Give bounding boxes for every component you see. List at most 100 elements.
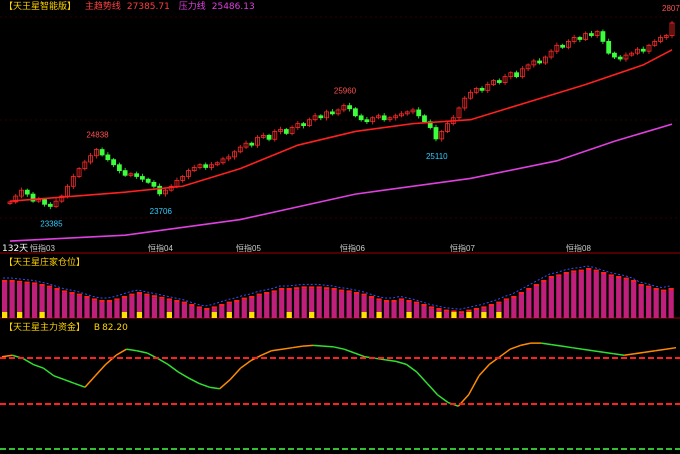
fund-flow-segment	[572, 346, 583, 350]
fund-flow-segment	[467, 375, 480, 396]
fund-flow-segment	[313, 344, 324, 347]
position-bar-cap	[548, 276, 554, 278]
position-bar	[398, 300, 405, 318]
position-bar	[24, 283, 30, 318]
position-bar-cap	[286, 288, 292, 290]
candle-body	[514, 72, 519, 78]
position-bar-cap	[91, 298, 98, 301]
position-bar-cap	[331, 288, 337, 290]
position-bar	[174, 302, 180, 318]
position-bar-cap	[406, 300, 412, 302]
main-line-value: 27385.71	[126, 2, 170, 12]
x-axis-label: 恒指03	[30, 243, 55, 253]
candle-body	[358, 115, 364, 121]
position-bar-cap	[496, 301, 502, 304]
position-bar	[661, 291, 667, 318]
candle-body	[134, 173, 140, 177]
position-bar	[339, 291, 345, 318]
position-bar-cap	[189, 304, 195, 306]
position-bar	[421, 306, 427, 318]
fund-flow-segment	[188, 377, 200, 385]
candle-body	[640, 48, 646, 52]
position-bar	[571, 272, 577, 318]
position-bar	[503, 300, 509, 318]
position-bar	[189, 306, 195, 318]
panel3-label: B	[93, 323, 101, 333]
fund-flow-segment	[1, 354, 13, 358]
position-bar-cap	[608, 274, 614, 277]
position-bar	[616, 278, 622, 318]
fund-flow-segment	[22, 357, 34, 366]
highlight-bar	[226, 312, 232, 318]
position-bar-cap	[54, 288, 60, 290]
position-bar-cap	[623, 277, 629, 280]
panel3-title: 【天王星主力资金】	[4, 323, 86, 333]
fund-flow-segment	[541, 342, 552, 346]
position-bar-cap	[661, 289, 667, 292]
price-annotation: 25960	[334, 87, 357, 96]
position-bar	[586, 270, 592, 318]
fund-flow-segment	[167, 363, 179, 373]
price-annotation: 28071	[662, 4, 680, 13]
position-bar	[578, 271, 584, 318]
panel3-value: 82.20	[102, 323, 128, 333]
resist-line	[9, 123, 673, 242]
highlight-bar	[406, 312, 412, 318]
period-label: 132天	[2, 244, 29, 254]
position-bar-cap	[368, 296, 375, 298]
position-bar	[61, 292, 68, 318]
position-bar	[159, 298, 165, 318]
position-bar-cap	[526, 288, 532, 290]
position-bar-cap	[46, 285, 53, 288]
fund-flow-segment	[582, 348, 594, 352]
position-bar-cap	[481, 306, 487, 309]
candle-body	[600, 31, 606, 42]
position-bar-cap	[533, 284, 539, 286]
fund-flow-segment	[634, 351, 646, 355]
highlight-bar	[376, 312, 382, 318]
position-bar-cap	[24, 281, 30, 284]
candle-body	[560, 44, 566, 48]
position-bar	[646, 287, 652, 318]
position-bar-cap	[376, 298, 382, 301]
position-bar-cap	[668, 288, 674, 290]
position-bar	[631, 282, 637, 318]
position-bar-cap	[653, 288, 659, 290]
fund-flow-segment	[292, 345, 303, 349]
fund-flow-segment	[333, 346, 345, 350]
fund-flow-segment	[136, 349, 148, 354]
position-bar	[219, 306, 225, 318]
candle-body	[151, 181, 157, 187]
panel2-title: 【天王星庄家仓位】	[4, 258, 86, 268]
position-bar	[331, 290, 337, 318]
fund-flow-segment	[478, 363, 490, 377]
position-bar	[91, 300, 98, 318]
position-bar-cap	[166, 298, 172, 301]
position-bar	[608, 276, 614, 318]
candle-body	[329, 111, 335, 115]
position-bar-cap	[196, 306, 202, 309]
highlight-bar	[496, 312, 502, 318]
fund-flow-segment	[281, 346, 293, 350]
position-bar-cap	[563, 272, 569, 274]
position-bar-cap	[271, 290, 277, 293]
position-bar	[76, 295, 83, 318]
x-axis-label: 恒指04	[148, 243, 173, 253]
position-bar-cap	[61, 290, 68, 293]
candle-body	[537, 60, 542, 64]
position-bar	[114, 300, 120, 318]
fund-flow-segment	[229, 367, 242, 381]
highlight-bar	[286, 312, 292, 318]
position-bar-cap	[129, 293, 135, 296]
position-bar	[84, 298, 90, 318]
position-bar	[563, 274, 569, 318]
position-bar-cap	[31, 282, 38, 285]
position-bar	[593, 271, 599, 318]
fund-flow-segment	[43, 367, 55, 377]
position-bar-cap	[361, 293, 367, 296]
position-bar	[196, 308, 202, 318]
candle-body	[122, 170, 128, 176]
candle-body	[416, 109, 422, 117]
position-bar-cap	[309, 286, 315, 289]
candle-body	[139, 176, 145, 180]
